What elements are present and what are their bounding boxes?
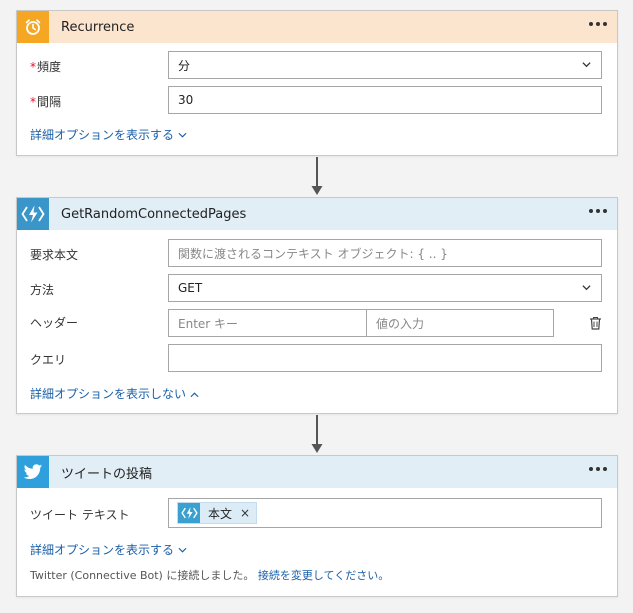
required-mark: * bbox=[30, 95, 36, 109]
required-mark: * bbox=[30, 60, 36, 74]
function-icon-box bbox=[17, 198, 49, 230]
interval-label: *間隔 bbox=[30, 95, 62, 109]
header-key-placeholder: Enter キー bbox=[178, 316, 239, 331]
tweet-card-header[interactable]: ツイートの投稿 bbox=[17, 456, 617, 488]
connection-text: Twitter (Connective Bot) に接続しました。 bbox=[30, 569, 255, 582]
chevron-down-icon bbox=[582, 62, 591, 68]
recurrence-icon-box bbox=[17, 11, 49, 43]
function-title: GetRandomConnectedPages bbox=[61, 206, 247, 222]
request-body-input[interactable]: 関数に渡されるコンテキスト オブジェクト: { .. } bbox=[168, 239, 602, 267]
headers-label: ヘッダー bbox=[30, 316, 79, 330]
headers-row: ヘッダー Enter キー 値の入力 bbox=[17, 309, 617, 337]
recurrence-card: Recurrence *頻度 分 *間隔 30 詳細オプションを表示する bbox=[16, 10, 618, 156]
interval-value: 30 bbox=[178, 93, 194, 107]
query-row: クエリ bbox=[17, 344, 617, 372]
query-input[interactable] bbox=[168, 344, 602, 372]
tweet-text-label: ツイート テキスト bbox=[30, 508, 130, 522]
body-token[interactable]: 本文 × bbox=[177, 502, 258, 524]
function-card: GetRandomConnectedPages 要求本文 関数に渡されるコンテキ… bbox=[16, 197, 618, 414]
tweet-card: ツイートの投稿 ツイート テキスト 本文 × 詳細オプションを表示する Twit… bbox=[16, 455, 618, 597]
tweet-title: ツイートの投稿 bbox=[61, 466, 153, 482]
method-row: 方法 GET bbox=[17, 274, 617, 302]
tweet-advanced-options-link[interactable]: 詳細オプションを表示する bbox=[30, 541, 187, 558]
function-card-header[interactable]: GetRandomConnectedPages bbox=[17, 198, 617, 230]
header-value-placeholder: 値の入力 bbox=[376, 316, 425, 331]
token-remove-button[interactable]: × bbox=[240, 506, 256, 520]
recurrence-more-button[interactable] bbox=[587, 20, 609, 28]
chevron-down-icon bbox=[178, 547, 187, 553]
request-body-placeholder: 関数に渡されるコンテキスト オブジェクト: { .. } bbox=[178, 246, 448, 261]
chevron-up-icon bbox=[190, 392, 199, 398]
twitter-bird-icon bbox=[23, 463, 43, 479]
chevron-down-icon bbox=[178, 132, 187, 138]
ellipsis-icon bbox=[589, 22, 593, 26]
azure-function-icon bbox=[180, 507, 198, 519]
tweet-text-row: ツイート テキスト 本文 × bbox=[17, 498, 617, 528]
header-value-input[interactable]: 値の入力 bbox=[366, 309, 554, 337]
down-arrow-icon bbox=[311, 157, 323, 195]
twitter-icon-box bbox=[17, 456, 49, 488]
header-key-input[interactable]: Enter キー bbox=[168, 309, 367, 337]
frequency-select[interactable]: 分 bbox=[168, 51, 602, 79]
down-arrow-icon bbox=[311, 415, 323, 453]
token-function-icon-box bbox=[178, 503, 200, 523]
query-label: クエリ bbox=[30, 353, 67, 367]
function-more-button[interactable] bbox=[587, 207, 609, 215]
interval-row: *間隔 30 bbox=[17, 86, 617, 114]
recurrence-title: Recurrence bbox=[61, 19, 135, 35]
frequency-row: *頻度 分 bbox=[17, 51, 617, 79]
method-select[interactable]: GET bbox=[168, 274, 602, 302]
change-connection-link[interactable]: 接続を変更してください。 bbox=[258, 569, 389, 582]
token-label: 本文 bbox=[208, 506, 233, 521]
ellipsis-icon bbox=[589, 209, 593, 213]
frequency-value: 分 bbox=[178, 58, 191, 73]
tweet-text-input[interactable]: 本文 × bbox=[168, 498, 602, 528]
function-advanced-options-link[interactable]: 詳細オプションを表示しない bbox=[30, 385, 199, 402]
method-value: GET bbox=[178, 281, 203, 295]
tweet-more-button[interactable] bbox=[587, 465, 609, 473]
trash-icon[interactable] bbox=[589, 316, 602, 330]
method-label: 方法 bbox=[30, 283, 55, 297]
frequency-label: *頻度 bbox=[30, 60, 62, 74]
alarm-clock-icon bbox=[25, 19, 41, 35]
recurrence-card-header[interactable]: Recurrence bbox=[17, 11, 617, 43]
connection-status: Twitter (Connective Bot) に接続しました。 接続を変更し… bbox=[30, 567, 389, 583]
recurrence-advanced-options-link[interactable]: 詳細オプションを表示する bbox=[30, 126, 187, 143]
chevron-down-icon bbox=[582, 285, 591, 291]
interval-input[interactable]: 30 bbox=[168, 86, 602, 114]
azure-function-icon bbox=[21, 205, 45, 223]
request-body-row: 要求本文 関数に渡されるコンテキスト オブジェクト: { .. } bbox=[17, 239, 617, 267]
request-body-label: 要求本文 bbox=[30, 248, 79, 262]
ellipsis-icon bbox=[589, 467, 593, 471]
